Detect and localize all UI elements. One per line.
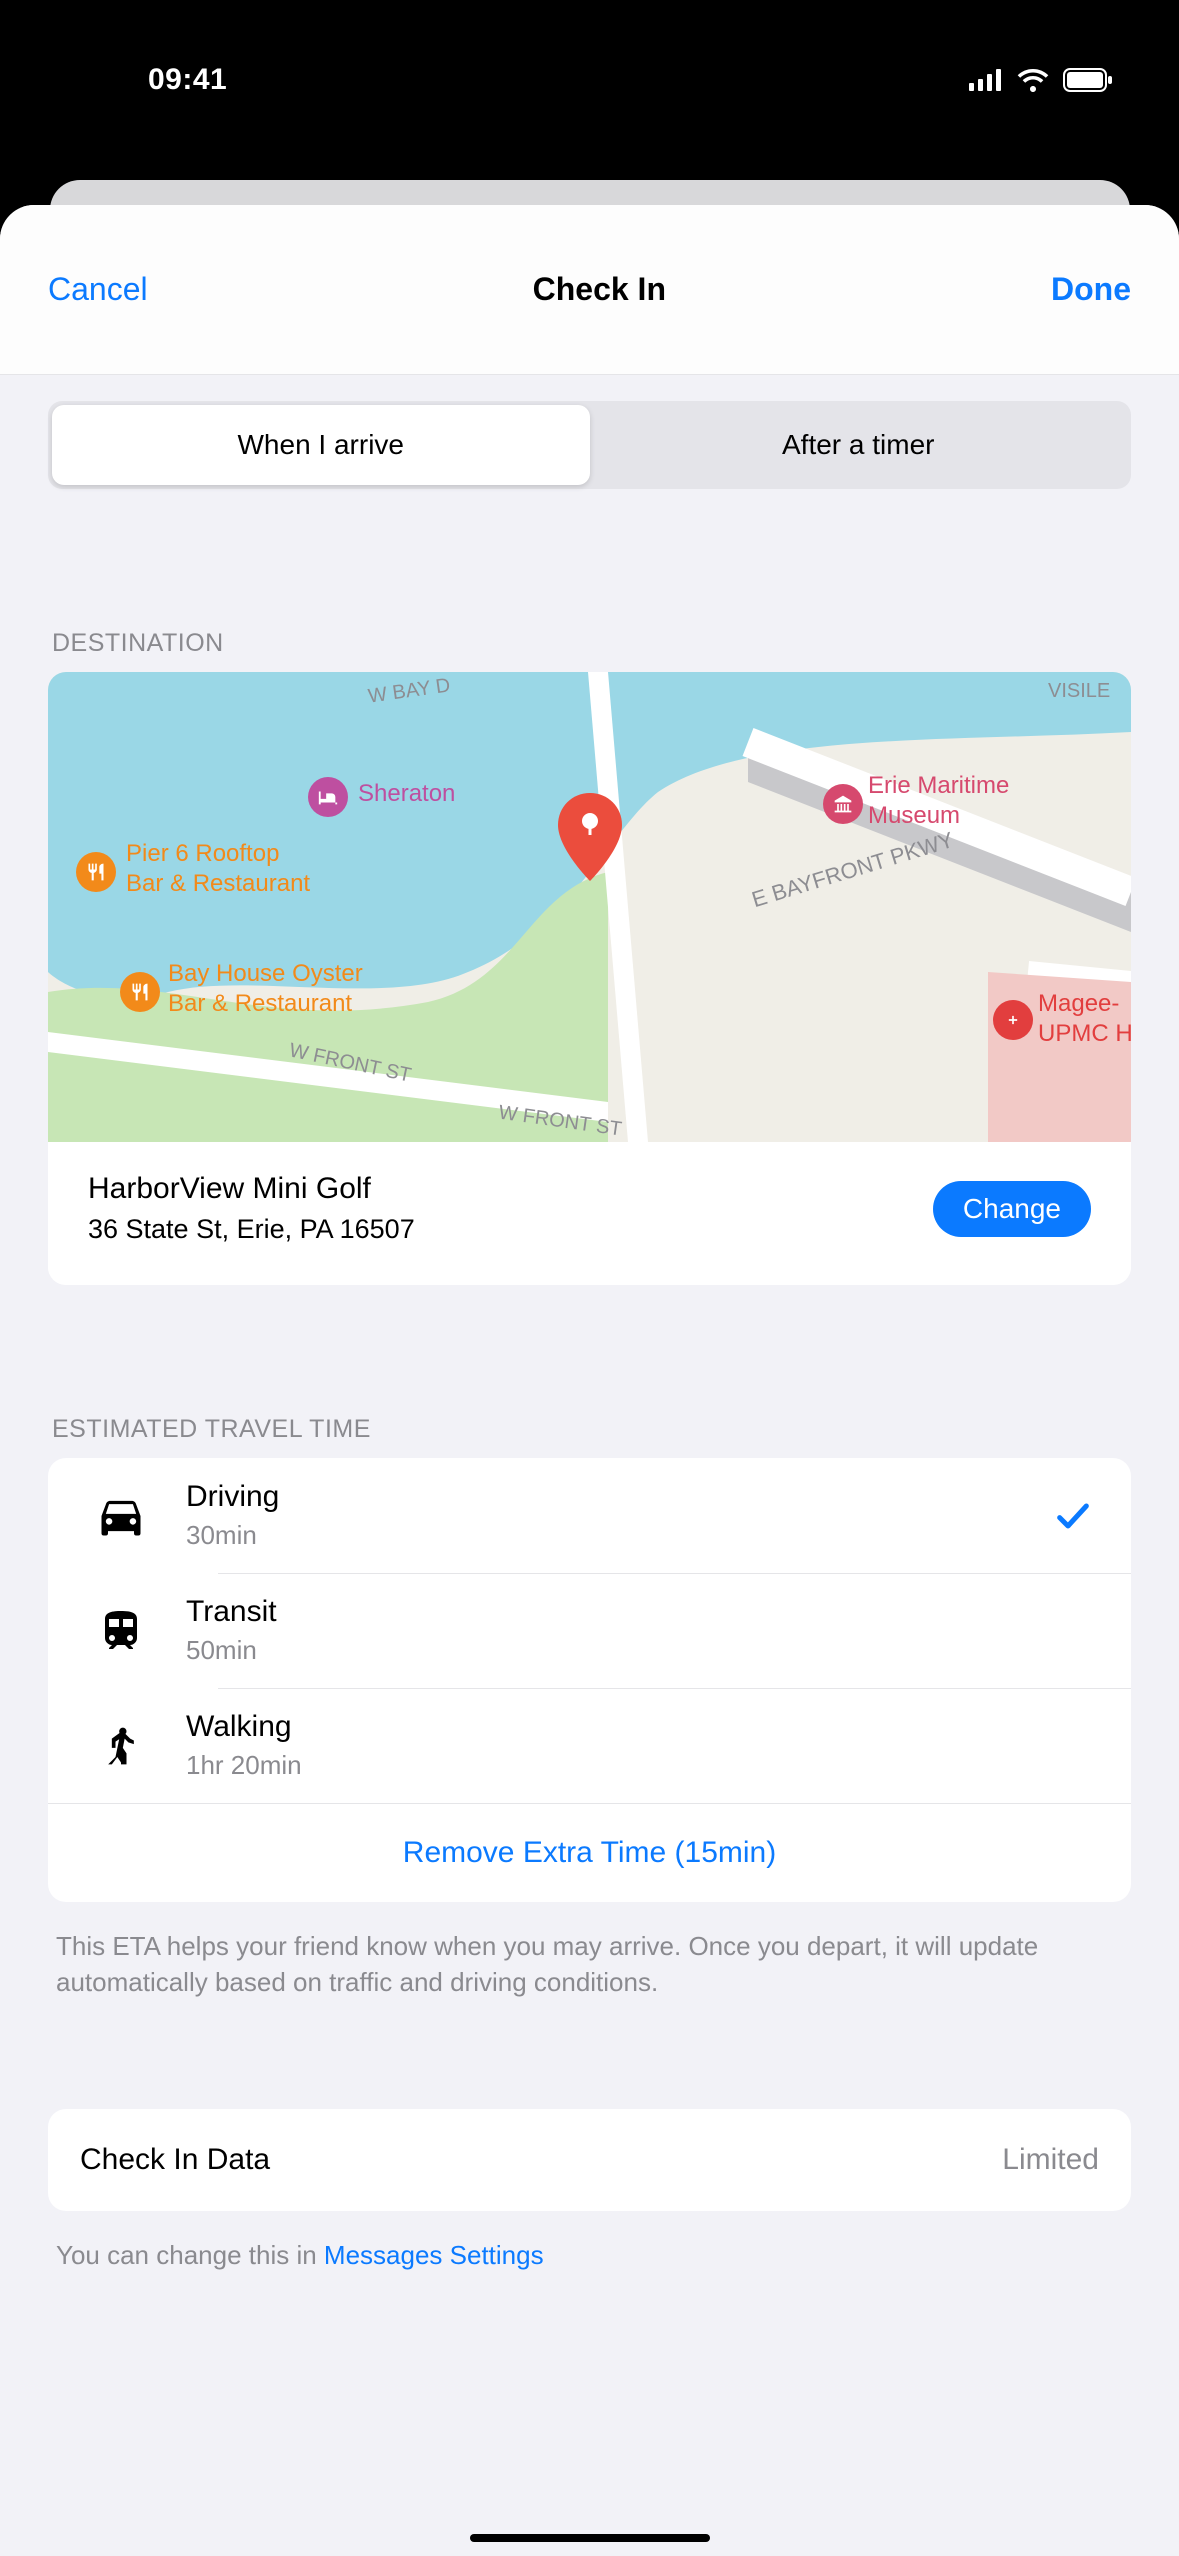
travel-time-header: ESTIMATED TRAVEL TIME <box>52 1415 1131 1444</box>
status-indicators <box>969 8 1131 92</box>
cancel-button[interactable]: Cancel <box>48 271 148 308</box>
travel-time-note: This ETA helps your friend know when you… <box>56 1928 1123 2001</box>
destination-address: 36 State St, Erie, PA 16507 <box>88 1214 415 1245</box>
status-time: 09:41 <box>48 3 227 97</box>
destination-map[interactable]: Sheraton Pier 6 Rooftop Bar & Restaurant… <box>48 672 1131 1142</box>
travel-option-driving[interactable]: Driving 30min <box>48 1458 1131 1573</box>
check-in-data-note: You can change this in Messages Settings <box>56 2237 1123 2273</box>
travel-duration: 50min <box>186 1635 1043 1666</box>
device-frame: 09:41 Cancel Check In Done When I arrive… <box>0 0 1179 2556</box>
nav-title: Check In <box>533 271 666 308</box>
transit-icon <box>76 1607 166 1655</box>
battery-icon <box>1063 68 1113 92</box>
museum-poi-icon <box>823 784 863 824</box>
destination-name: HarborView Mini Golf <box>88 1172 415 1206</box>
travel-mode-label: Walking <box>186 1710 1043 1744</box>
travel-time-card: Driving 30min Transit 50min <box>48 1458 1131 1902</box>
destination-card: Sheraton Pier 6 Rooftop Bar & Restaurant… <box>48 672 1131 1285</box>
map-label-pier6-line2: Bar & Restaurant <box>126 870 310 898</box>
map-label-magee-line2: UPMC H <box>1038 1020 1131 1048</box>
travel-duration: 30min <box>186 1520 1043 1551</box>
restaurant-poi-icon <box>76 852 116 892</box>
map-svg <box>48 672 1131 1142</box>
map-label-erie-line1: Erie Maritime <box>868 772 1009 800</box>
content: When I arrive After a timer DESTINATION <box>0 401 1179 2273</box>
segment-when-i-arrive[interactable]: When I arrive <box>52 405 590 485</box>
check-in-data-row[interactable]: Check In Data Limited <box>48 2109 1131 2211</box>
check-in-data-label: Check In Data <box>80 2143 270 2177</box>
done-button[interactable]: Done <box>1051 271 1131 308</box>
destination-text: HarborView Mini Golf 36 State St, Erie, … <box>88 1172 415 1245</box>
map-pin-icon <box>555 793 625 888</box>
map-label-pier6-line1: Pier 6 Rooftop <box>126 840 279 868</box>
destination-footer: HarborView Mini Golf 36 State St, Erie, … <box>48 1142 1131 1285</box>
destination-header: DESTINATION <box>52 629 1131 658</box>
map-label-bayhouse-line1: Bay House Oyster <box>168 960 363 988</box>
map-label-magee-line1: Magee- <box>1038 990 1119 1018</box>
mode-segmented-control[interactable]: When I arrive After a timer <box>48 401 1131 489</box>
travel-duration: 1hr 20min <box>186 1750 1043 1781</box>
restaurant-poi-icon-2 <box>120 972 160 1012</box>
checkmark-icon <box>1043 1496 1103 1536</box>
map-label-visit: VISILE <box>1048 680 1110 703</box>
travel-mode-label: Driving <box>186 1480 1043 1514</box>
messages-settings-link[interactable]: Messages Settings <box>324 2240 544 2270</box>
map-label-sheraton: Sheraton <box>358 780 455 808</box>
travel-option-transit[interactable]: Transit 50min <box>48 1573 1131 1688</box>
remove-extra-time-button[interactable]: Remove Extra Time (15min) <box>48 1803 1131 1902</box>
modal-sheet: Cancel Check In Done When I arrive After… <box>0 205 1179 2556</box>
nav-bar: Cancel Check In Done <box>0 205 1179 375</box>
hospital-poi-icon <box>993 1000 1033 1040</box>
travel-option-walking[interactable]: Walking 1hr 20min <box>48 1688 1131 1803</box>
change-destination-button[interactable]: Change <box>933 1181 1091 1237</box>
map-label-erie-line2: Museum <box>868 802 960 830</box>
hotel-poi-icon <box>308 777 348 817</box>
cellular-icon <box>969 69 1003 91</box>
travel-mode-label: Transit <box>186 1595 1043 1629</box>
home-indicator[interactable] <box>470 2534 710 2542</box>
car-icon <box>76 1490 166 1542</box>
check-in-data-value: Limited <box>1002 2143 1099 2177</box>
check-in-note-prefix: You can change this in <box>56 2240 324 2270</box>
segment-after-a-timer[interactable]: After a timer <box>590 405 1128 485</box>
status-bar: 09:41 <box>0 0 1179 100</box>
map-label-bayhouse-line2: Bar & Restaurant <box>168 990 352 1018</box>
walk-icon <box>76 1724 166 1768</box>
wifi-icon <box>1017 68 1049 92</box>
